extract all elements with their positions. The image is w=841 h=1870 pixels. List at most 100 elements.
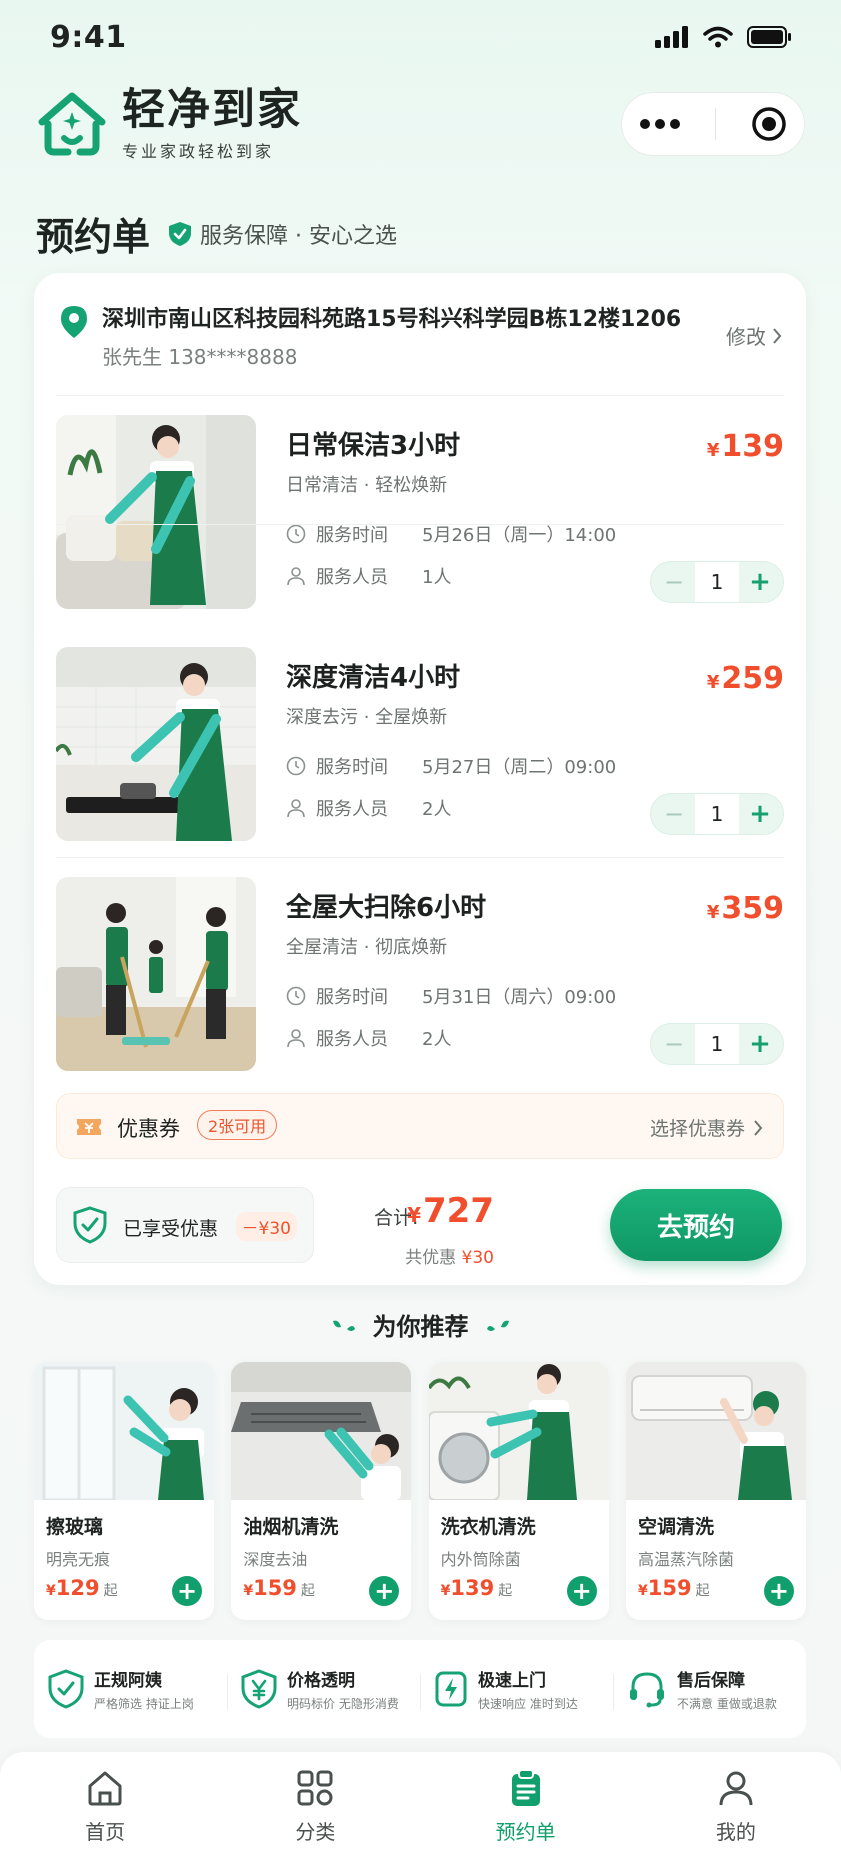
- recommend-image-air-conditioner: [625, 1362, 806, 1500]
- brand-logo: 轻净到家 专业家政轻松到家: [34, 86, 302, 162]
- coupon-row[interactable]: 优惠券 2张可用 选择优惠券: [56, 1093, 784, 1159]
- decrement-button[interactable]: −: [663, 1030, 685, 1058]
- recommend-name: 擦玻璃: [46, 1516, 104, 1538]
- select-coupon-label: 选择优惠券: [649, 1118, 745, 1140]
- recommend-list: 擦玻璃 明亮无痕 ¥129 起 + 油烟机清洗 深度去油 ¥159 起 + 洗衣…: [34, 1362, 806, 1620]
- edit-address-label: 修改: [726, 325, 766, 349]
- feature-item: 正规阿姨 严格筛选 持证上岗: [34, 1666, 227, 1712]
- price-currency: ¥: [46, 1583, 56, 1599]
- recommend-name: 空调清洗: [637, 1516, 714, 1538]
- recommend-desc: 高温蒸汽除菌: [637, 1550, 734, 1569]
- price-currency: ¥: [440, 1583, 451, 1599]
- price-value: 139: [450, 1576, 495, 1600]
- address-line: 深圳市南山区科技园科苑路15号科兴科学园B栋12楼1206: [102, 307, 682, 332]
- headset-icon: [630, 1672, 664, 1708]
- price-currency: ¥: [706, 902, 720, 923]
- tab-label: 预约单: [495, 1820, 556, 1844]
- service-item: 日常保洁3小时 日常清洁 · 轻松焕新 服务时间 5月26日（周一）14:00 …: [56, 415, 784, 609]
- clock-icon: [286, 524, 306, 544]
- decrement-button[interactable]: −: [663, 800, 685, 828]
- tab-profile[interactable]: 我的: [661, 1768, 811, 1870]
- recommend-title: 为你推荐: [372, 1313, 469, 1341]
- add-button[interactable]: +: [172, 1576, 202, 1606]
- home-icon: [88, 1771, 122, 1806]
- service-item: 全屋大扫除6小时 全屋清洁 · 彻底焕新 服务时间 5月31日（周六）09:00…: [56, 877, 784, 1071]
- recommend-card[interactable]: 擦玻璃 明亮无痕 ¥129 起 +: [34, 1362, 214, 1620]
- recommend-card[interactable]: 空调清洗 高温蒸汽除菌 ¥159 起 +: [625, 1362, 806, 1620]
- clipboard-icon: [511, 1769, 540, 1806]
- add-button[interactable]: +: [566, 1576, 597, 1606]
- person-icon: [287, 799, 305, 818]
- increment-button[interactable]: +: [749, 799, 771, 829]
- edit-address-button[interactable]: 修改: [726, 321, 782, 350]
- service-staff-label: 服务人员: [316, 799, 388, 820]
- recommend-image-window: [34, 1362, 214, 1502]
- guarantee-tag: 服务保障 · 安心之选: [168, 218, 397, 250]
- recommend-card[interactable]: 洗衣机清洗 内外筒除菌 ¥139 起 +: [428, 1362, 609, 1620]
- total-amount: 727: [423, 1191, 494, 1231]
- discount-enjoyed-label: 已享受优惠: [123, 1218, 219, 1240]
- increment-button[interactable]: +: [749, 567, 771, 597]
- quantity-stepper: − 1 +: [650, 1023, 784, 1065]
- feature-title: 正规阿姨: [94, 1671, 162, 1691]
- total-value: ¥727: [407, 1191, 494, 1231]
- decrement-button[interactable]: −: [663, 568, 685, 596]
- service-name: 日常保洁3小时: [286, 431, 461, 461]
- add-button[interactable]: +: [369, 1576, 400, 1606]
- service-staff-label: 服务人员: [316, 1029, 388, 1050]
- recommend-desc: 明亮无痕: [46, 1550, 111, 1569]
- coupon-label: 优惠券: [117, 1117, 180, 1141]
- price-value: 159: [647, 1576, 692, 1600]
- recommend-title-row: 为你推荐: [0, 1307, 841, 1342]
- battery-icon: [747, 26, 791, 48]
- target-icon[interactable]: [751, 106, 787, 142]
- recommend-price: ¥139 起: [441, 1576, 513, 1600]
- shield-check-icon: [169, 221, 192, 246]
- tab-home[interactable]: 首页: [30, 1768, 180, 1870]
- service-item: 深度清洁4小时 深度去污 · 全屋焕新 服务时间 5月27日（周二）09:00 …: [56, 647, 784, 841]
- tab-orders[interactable]: 预约单: [451, 1768, 601, 1870]
- person-icon: [287, 1029, 305, 1048]
- quantity-stepper: − 1 +: [650, 561, 784, 603]
- total-discount: 共优惠 ¥30: [405, 1243, 494, 1268]
- tab-label: 我的: [715, 1820, 756, 1844]
- tab-label: 首页: [85, 1820, 126, 1844]
- price-suffix: 起: [103, 1583, 118, 1599]
- service-time-value: 5月27日（周二）09:00: [422, 757, 617, 778]
- service-image-cleaning-sofa: [56, 415, 256, 609]
- service-time-row: 服务时间 5月31日（周六）09:00: [286, 983, 616, 1009]
- recommend-price: ¥159 起: [243, 1576, 315, 1600]
- quantity-value[interactable]: 1: [695, 562, 739, 602]
- feature-sub: 明码标价 无隐形消费: [287, 1697, 399, 1711]
- recommend-card[interactable]: 油烟机清洗 深度去油 ¥159 起 +: [231, 1362, 412, 1620]
- ellipsis-icon[interactable]: [639, 118, 681, 130]
- capsule-divider: [715, 108, 717, 140]
- location-pin-icon: [61, 306, 87, 338]
- total-discount-value: ¥30: [461, 1248, 494, 1268]
- service-price: ¥359: [707, 891, 784, 926]
- select-coupon-link[interactable]: 选择优惠券: [650, 1114, 763, 1141]
- divider: [56, 395, 784, 396]
- price-value: 359: [721, 891, 784, 926]
- discount-enjoyed-value: －¥30: [235, 1212, 297, 1241]
- quantity-value[interactable]: 1: [695, 1024, 739, 1064]
- service-image-kitchen: [56, 647, 256, 841]
- service-price: ¥139: [707, 429, 784, 464]
- book-button[interactable]: 去预约: [610, 1189, 782, 1261]
- address-block[interactable]: 深圳市南山区科技园科苑路15号科兴科学园B栋12楼1206 张先生 138***…: [56, 301, 784, 371]
- chevron-right-icon: [754, 1119, 763, 1136]
- price-currency: ¥: [706, 440, 720, 461]
- status-time: 9:41: [50, 20, 127, 55]
- tab-bar: 首页 分类 预约单 我的: [0, 1752, 841, 1870]
- feature-sub: 快速响应 准时到达: [478, 1697, 578, 1711]
- price-suffix: 起: [695, 1583, 710, 1599]
- chevron-right-icon: [773, 327, 782, 344]
- tab-category[interactable]: 分类: [240, 1768, 390, 1870]
- add-button[interactable]: +: [763, 1576, 794, 1606]
- person-icon: [287, 567, 305, 586]
- increment-button[interactable]: +: [749, 1029, 771, 1059]
- recommend-desc: 深度去油: [243, 1550, 308, 1569]
- price-value: 259: [721, 661, 784, 696]
- recommend-price: ¥159 起: [638, 1576, 710, 1600]
- quantity-value[interactable]: 1: [695, 794, 739, 834]
